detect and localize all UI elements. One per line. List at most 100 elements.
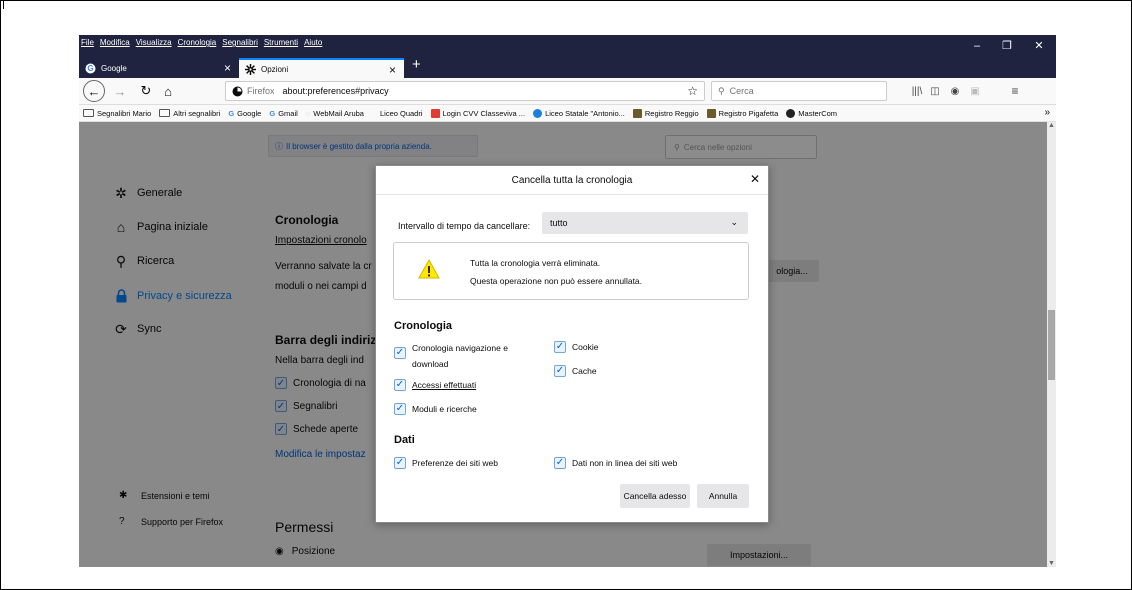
- search-bar[interactable]: ⚲ Cerca: [711, 81, 887, 101]
- checkbox-label: Moduli e ricerche: [412, 404, 477, 414]
- bookmark-label: Segnalibri Mario: [97, 108, 152, 118]
- bookmark-star-icon[interactable]: ☆: [687, 84, 698, 98]
- menu-cronologia[interactable]: Cronologia: [178, 38, 217, 47]
- bookmark-label: MasterCom: [798, 108, 838, 118]
- bookmark-item[interactable]: G Gmail: [269, 109, 297, 118]
- checkbox-label: Cache: [572, 366, 597, 376]
- bookmark-label: Altri segnalibri: [173, 108, 221, 118]
- warning-line-2: Questa operazione non può essere annulla…: [470, 276, 643, 286]
- gear-icon: [245, 63, 256, 75]
- library-icon[interactable]: |||\: [909, 82, 925, 100]
- bookmark-item[interactable]: ◌ WebMail Aruba: [306, 109, 364, 118]
- chevron-more-icon[interactable]: »: [1044, 107, 1050, 118]
- chevron-down-icon: ⌄: [730, 217, 738, 227]
- checkbox[interactable]: ✓: [554, 341, 566, 353]
- close-icon[interactable]: ✕: [750, 172, 760, 186]
- menu-icon[interactable]: ≡: [1007, 82, 1023, 100]
- time-range-select[interactable]: tutto ⌄: [542, 212, 748, 234]
- folder-icon: [159, 109, 171, 117]
- url-text[interactable]: about:preferences#privacy: [283, 86, 389, 96]
- menu-modifica[interactable]: Modifica: [100, 38, 130, 47]
- cancel-button[interactable]: Annulla: [697, 484, 749, 508]
- close-window-button[interactable]: ✕: [1024, 35, 1054, 56]
- check-browsing-history[interactable]: ✓ Cronologia navigazione e download: [394, 340, 542, 372]
- bookmark-label: Registro Reggio: [644, 108, 699, 118]
- home-button[interactable]: ⌂: [159, 82, 177, 100]
- check-site-preferences[interactable]: ✓ Preferenze dei siti web: [394, 455, 498, 471]
- bookmark-label: Gmail: [278, 108, 298, 118]
- menu-list: File Modifica Visualizza Cronologia Segn…: [81, 38, 322, 47]
- close-icon[interactable]: ×: [224, 61, 231, 75]
- bookmarks-bar: Segnalibri Mario Altri segnalibri G Googl…: [79, 105, 1056, 122]
- check-cache[interactable]: ✓ Cache: [554, 363, 597, 379]
- tab-title: Opzioni: [261, 64, 289, 74]
- bookmark-item[interactable]: Registro Pigafetta: [706, 108, 778, 118]
- minimize-button[interactable]: –: [962, 35, 992, 56]
- google-icon: G: [269, 108, 276, 118]
- bookmark-item[interactable]: Altri segnalibri: [159, 109, 220, 118]
- checkbox-label: Accessi effettuati: [412, 380, 477, 390]
- tab-google[interactable]: G Google ×: [79, 58, 239, 78]
- checkbox[interactable]: ✓: [554, 365, 566, 377]
- warning-line-1: Tutta la cronologia verrà eliminata.: [470, 258, 601, 268]
- menu-segnalibri[interactable]: Segnalibri: [222, 38, 258, 47]
- restore-button[interactable]: ❐: [992, 35, 1022, 56]
- scrollbar[interactable]: ▲ ▼: [1047, 122, 1056, 567]
- tab-opzioni[interactable]: Opzioni ×: [239, 58, 404, 78]
- bookmark-item[interactable]: Liceo Quadri: [380, 109, 423, 118]
- corner-mark: [3, 0, 4, 9]
- clear-now-button[interactable]: Cancella adesso: [620, 484, 690, 508]
- check-cookies[interactable]: ✓ Cookie: [554, 339, 598, 355]
- bookmark-item[interactable]: Login CVV Classeviva ...: [430, 108, 525, 118]
- checkbox[interactable]: ✓: [554, 457, 566, 469]
- bookmark-item[interactable]: Registro Reggio: [632, 108, 699, 118]
- close-icon[interactable]: ×: [389, 63, 396, 77]
- sidebar-icon[interactable]: ◫: [927, 82, 943, 100]
- identity-label: Firefox: [247, 86, 275, 96]
- webmail-icon: ◌: [305, 108, 311, 118]
- checkbox[interactable]: ✓: [394, 347, 406, 359]
- new-tab-button[interactable]: +: [412, 56, 421, 73]
- back-button[interactable]: ←: [83, 80, 105, 102]
- check-logins[interactable]: ✓ Accessi effettuati: [394, 377, 476, 393]
- clear-history-dialog: Cancella tutta la cronologia ✕ Intervall…: [375, 165, 769, 523]
- checkbox-label: Preferenze dei siti web: [412, 458, 498, 468]
- account-icon[interactable]: ◉: [947, 82, 963, 100]
- mastercom-icon: [786, 108, 796, 118]
- google-icon: G: [85, 63, 96, 74]
- check-offline-data[interactable]: ✓ Dati non in linea dei siti web: [554, 455, 677, 471]
- menu-file[interactable]: File: [81, 38, 94, 47]
- search-icon: ⚲: [718, 85, 725, 96]
- time-range-label: Intervallo di tempo da cancellare:: [398, 221, 531, 231]
- scroll-down-icon[interactable]: ▼: [1048, 560, 1055, 567]
- checkbox[interactable]: ✓: [394, 403, 406, 415]
- arrow-left-icon: ←: [87, 83, 101, 99]
- scroll-up-icon[interactable]: ▲: [1048, 122, 1055, 129]
- check-forms[interactable]: ✓ Moduli e ricerche: [394, 401, 477, 417]
- bookmark-label: Liceo Quadri: [379, 108, 423, 118]
- bookmark-item[interactable]: Segnalibri Mario: [83, 109, 151, 118]
- bookmark-item[interactable]: G Google: [228, 109, 261, 118]
- extension-icon[interactable]: ▣: [967, 82, 983, 100]
- checkbox[interactable]: ✓: [394, 379, 406, 391]
- forward-button[interactable]: →: [111, 82, 129, 100]
- url-bar[interactable]: Firefox about:preferences#privacy ☆: [225, 81, 705, 101]
- checkbox-label: Cookie: [572, 342, 599, 352]
- scrollbar-thumb[interactable]: [1048, 310, 1055, 380]
- data-section-heading: Dati: [394, 434, 415, 446]
- checkbox-label: Cronologia navigazione e download: [412, 343, 508, 369]
- warning-icon: [418, 259, 440, 279]
- navigation-bar: ← → ↻ ⌂ Firefox about:preferences#privac…: [79, 78, 1056, 105]
- menu-aiuto[interactable]: Aiuto: [304, 38, 322, 47]
- bookmark-item[interactable]: MasterCom: [786, 108, 838, 118]
- history-section-heading: Cronologia: [394, 320, 453, 332]
- arrow-right-icon: →: [113, 83, 127, 99]
- checkbox[interactable]: ✓: [394, 457, 406, 469]
- folder-icon: [83, 109, 94, 117]
- reload-button[interactable]: ↻: [137, 82, 155, 100]
- menu-visualizza[interactable]: Visualizza: [136, 38, 172, 47]
- menu-strumenti[interactable]: Strumenti: [264, 38, 298, 47]
- classeviva-icon: [430, 108, 440, 118]
- bookmark-item[interactable]: Liceo Statale "Antonio...: [533, 108, 625, 118]
- liceo-icon: [533, 108, 543, 118]
